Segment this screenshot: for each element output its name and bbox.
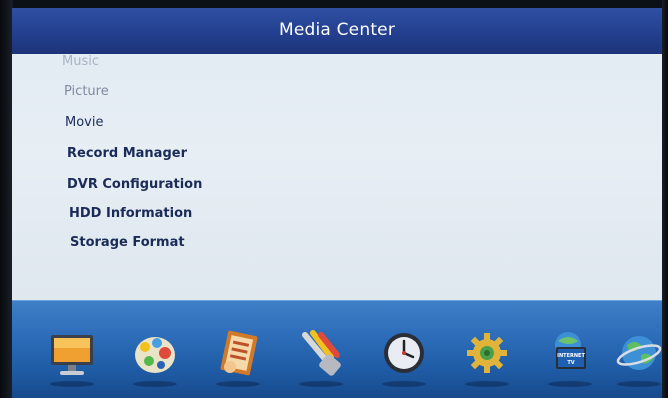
globe-network-icon [616, 336, 662, 370]
dock-item-settings[interactable] [457, 325, 517, 387]
menu-item-movie[interactable]: Movie [65, 115, 103, 130]
tv-monitor-icon [51, 335, 93, 375]
icon-dock: INTERNET TV [12, 300, 662, 398]
dock-item-media[interactable] [125, 325, 185, 387]
dock-item-network[interactable] [609, 325, 668, 387]
av-cables-icon [302, 330, 341, 376]
media-palette-icon [135, 337, 175, 373]
page-title: Media Center [278, 20, 396, 40]
media-menu-list: Music Picture Movie Record Manager DVR C… [12, 54, 312, 300]
tv-screen: Media Center Music Picture Movie Record … [0, 0, 668, 398]
menu-item-hdd-information[interactable]: HDD Information [69, 206, 192, 221]
dock-item-tv[interactable] [42, 325, 102, 387]
program-guide-icon [220, 330, 258, 376]
menu-item-picture[interactable]: Picture [64, 84, 109, 99]
dock-item-av[interactable] [291, 325, 351, 387]
clock-icon [384, 333, 424, 373]
internet-tv-caption-tv: TV [567, 360, 574, 366]
tv-bezel-left [0, 0, 12, 398]
internet-tv-icon: INTERNET TV [555, 332, 586, 369]
dock-item-guide[interactable] [208, 325, 268, 387]
title-bar: Media Center [12, 8, 662, 55]
dock-item-clock[interactable] [374, 325, 434, 387]
settings-gear-icon [467, 333, 507, 373]
content-panel: Music Picture Movie Record Manager DVR C… [12, 54, 662, 300]
menu-item-dvr-configuration[interactable]: DVR Configuration [67, 177, 202, 192]
menu-item-record-manager[interactable]: Record Manager [67, 146, 187, 161]
menu-item-storage-format[interactable]: Storage Format [70, 235, 185, 250]
dock-item-internet-tv[interactable]: INTERNET TV [540, 325, 600, 387]
menu-item-music[interactable]: Music [62, 54, 99, 69]
internet-tv-caption: INTERNET [557, 353, 585, 359]
